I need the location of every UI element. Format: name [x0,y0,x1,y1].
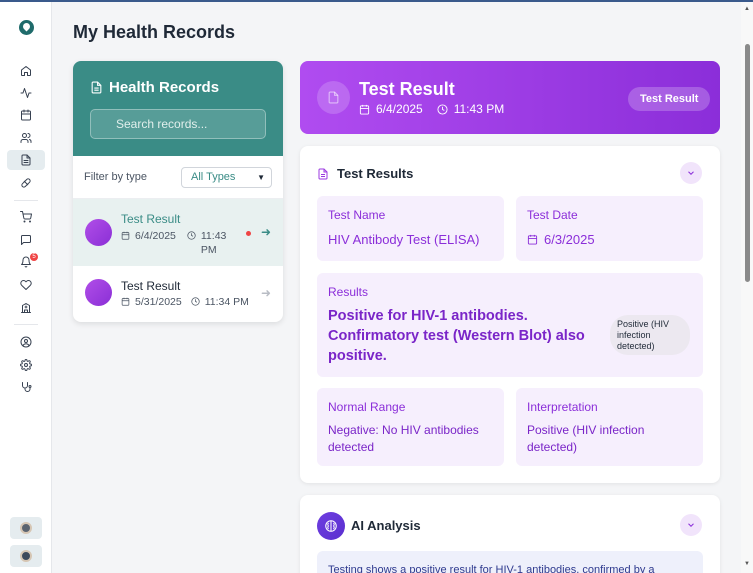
users-icon[interactable] [7,128,45,148]
record-detail-header: Test Result 6/4/2025 11:43 PM Test Resul… [300,61,720,134]
interpretation-box: Interpretation Positive (HIV infection d… [516,388,703,466]
stethoscope-icon[interactable] [7,377,45,397]
results-box: Results Positive for HIV-1 antibodies. C… [317,273,703,377]
chevron-down-icon [688,171,694,175]
activity-icon[interactable] [7,83,45,103]
chevron-down-icon [688,523,694,527]
page-title: My Health Records [73,22,236,42]
record-detail-time: 11:43 PM [453,102,505,116]
record-title: Test Result [121,212,181,226]
collapse-button[interactable] [680,514,702,536]
record-time: 11:34 PM [204,296,249,308]
file-icon[interactable] [7,150,45,170]
bell-icon[interactable]: 5 [7,252,45,272]
user-avatar[interactable] [10,517,42,539]
record-detail-date: 6/4/2025 [376,102,423,116]
ai-analysis-title: AI Analysis [351,518,421,533]
results-status-badge: Positive (HIV infection detected) [610,315,690,355]
heart-icon[interactable] [7,275,45,295]
sidebar: 5 [0,2,52,573]
chevron-down-icon: ▼ [257,172,265,182]
results-label: Results [328,285,369,299]
record-meta: 6/4/2025 11:43 PM [121,229,231,257]
scroll-up-icon[interactable]: ▲ [744,6,750,12]
hospital-icon[interactable] [7,298,45,318]
test-date-value: 6/3/2025 [544,232,595,247]
records-panel-header: Health Records [73,61,283,156]
test-name-value: HIV Antibody Test (ELISA) [328,232,480,247]
test-results-heading-text: Test Results [337,166,414,181]
unread-indicator [246,231,251,236]
normal-range-value: Negative: No HIV antibodies detected [328,423,479,454]
filter-bar: Filter by type All Types ▼ [73,156,283,199]
record-title: Test Result [121,279,181,293]
arrow-right-icon: ➜ [261,225,272,239]
calendar-icon [359,104,370,115]
record-list-item[interactable]: Test Result 6/4/2025 11:43 PM ➜ [73,199,283,266]
profile-avatar[interactable] [10,545,42,567]
document-icon [318,168,328,179]
search-input[interactable] [90,109,266,139]
clock-icon [437,103,448,115]
record-detail-meta: 6/4/2025 11:43 PM [359,102,504,116]
record-type-icon [85,279,112,306]
pill-icon[interactable] [7,173,45,193]
gear-icon[interactable] [7,355,45,375]
ai-analysis-text: Testing shows a positive result for HIV-… [317,551,703,573]
record-type-icon [317,81,350,114]
test-date-label: Test Date [527,208,578,222]
normal-range-box: Normal Range Negative: No HIV antibodies… [317,388,504,466]
records-panel-title-text: Health Records [109,79,220,96]
brain-icon [317,512,345,540]
type-filter-select[interactable]: All Types ▼ [181,166,272,188]
records-panel-title: Health Records [90,79,266,96]
cart-icon[interactable] [7,207,45,227]
record-time: 11:43 PM [200,230,227,256]
sidebar-divider [14,324,38,325]
calendar-icon [121,231,130,240]
scroll-down-icon[interactable]: ▼ [744,561,750,567]
page-scrollbar[interactable]: ▲ ▼ [741,2,753,573]
clock-icon [191,297,200,306]
document-icon [91,81,102,94]
test-name-label: Test Name [328,208,386,222]
records-panel: Health Records Filter by type All Types … [73,61,283,322]
test-results-heading: Test Results [317,166,413,181]
record-date: 5/31/2025 [135,296,182,308]
sidebar-divider [14,200,38,201]
type-filter-value: All Types [191,171,236,183]
normal-range-label: Normal Range [328,400,406,414]
calendar-icon [121,297,130,306]
calendar-icon [527,234,538,245]
interpretation-value: Positive (HIV infection detected) [527,423,645,454]
user-circle-icon[interactable] [7,332,45,352]
window-top-border [0,0,753,2]
record-date: 6/4/2025 [135,230,176,242]
arrow-right-icon: ➜ [261,286,272,300]
test-results-card: Test Results Test Name HIV Antibody Test… [300,146,720,483]
record-detail-title: Test Result [359,79,455,99]
record-type-icon [85,219,112,246]
collapse-button[interactable] [680,162,702,184]
test-name-box: Test Name HIV Antibody Test (ELISA) [317,196,504,261]
test-date-box: Test Date 6/3/2025 [516,196,703,261]
notification-badge: 5 [30,253,38,261]
calendar-icon[interactable] [7,105,45,125]
ai-analysis-card: AI Analysis Testing shows a positive res… [300,495,720,573]
scrollbar-thumb[interactable] [745,44,750,282]
chat-icon[interactable] [7,230,45,250]
results-value: Positive for HIV-1 antibodies. Confirmat… [328,308,585,364]
interpretation-label: Interpretation [527,400,598,414]
record-meta: 5/31/2025 11:34 PM [121,295,249,308]
clock-icon [187,231,196,240]
test-date-row: 6/3/2025 [527,232,595,247]
record-list-item[interactable]: Test Result 5/31/2025 11:34 PM ➜ [73,266,283,322]
document-icon [328,91,339,104]
filter-label: Filter by type [84,171,147,183]
record-type-badge: Test Result [628,87,711,111]
app-logo-icon[interactable] [19,20,34,35]
home-icon[interactable] [7,61,45,81]
